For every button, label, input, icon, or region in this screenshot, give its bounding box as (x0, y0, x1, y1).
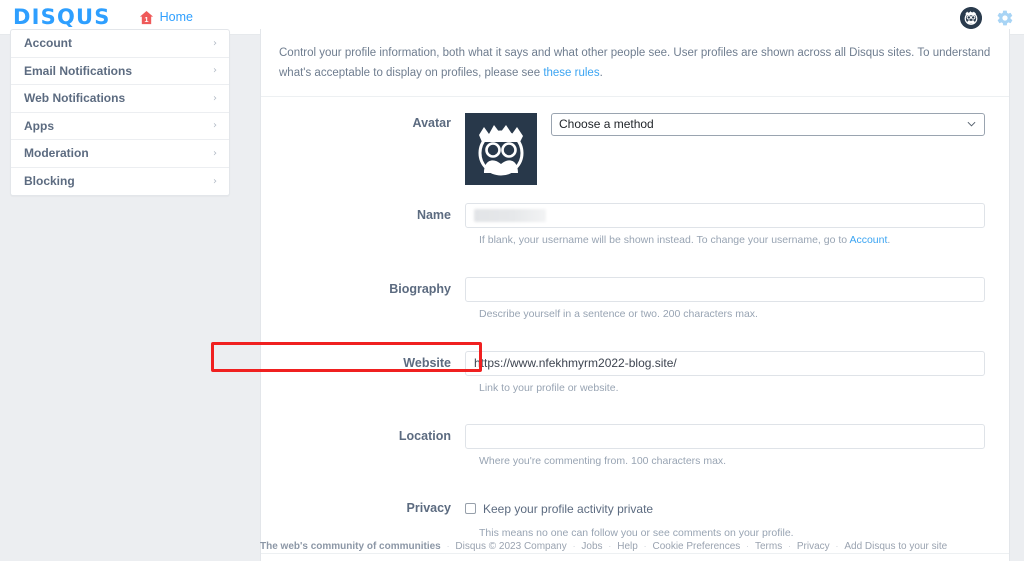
sidebar-item-email-notifications[interactable]: Email Notifications › (11, 58, 229, 85)
sidebar-item-label: Moderation (24, 146, 89, 161)
field-row-location: Location (275, 424, 995, 450)
chevron-right-icon: › (213, 175, 217, 187)
biography-label: Biography (389, 281, 451, 296)
website-input-wrap (465, 350, 995, 376)
location-input-wrap (465, 424, 995, 450)
privacy-checkbox-label: Keep your profile activity private (483, 501, 654, 516)
footer-link-add-disqus[interactable]: Add Disqus to your site (844, 541, 947, 552)
footer-separator: · (643, 542, 647, 551)
footer-separator: · (572, 542, 576, 551)
account-link[interactable]: Account (849, 234, 887, 246)
privacy-control: Keep your profile activity private (465, 496, 995, 521)
sidebar-item-web-notifications[interactable]: Web Notifications › (11, 85, 229, 113)
footer-link-cookie-preferences[interactable]: Cookie Preferences (652, 541, 740, 552)
sidebar-item-label: Apps (24, 118, 54, 133)
save-area: Save (261, 554, 1009, 561)
user-avatar-icon[interactable] (960, 6, 982, 29)
footer-separator: · (835, 542, 839, 551)
footer-separator: · (746, 542, 749, 551)
nav-home-label: Home (159, 10, 193, 24)
footer-separator: · (446, 542, 450, 551)
biography-help-text: Describe yourself in a sentence or two. … (479, 307, 758, 320)
name-input[interactable] (465, 203, 985, 229)
name-input-wrap (465, 203, 995, 229)
sidebar-item-blocking[interactable]: Blocking › (11, 168, 229, 196)
footer-link-jobs[interactable]: Jobs (581, 541, 602, 552)
profile-form: Avatar Choose a method Name If blank, yo… (211, 97, 1009, 544)
footer-copyright[interactable]: Disqus © 2023 Company (455, 541, 566, 552)
name-label: Name (416, 208, 451, 223)
sidebar-item-account[interactable]: Account › (11, 30, 229, 58)
privacy-checkbox[interactable] (465, 503, 476, 514)
biography-input[interactable] (465, 276, 985, 302)
avatar-method-select-wrap: Choose a method (551, 113, 995, 137)
footer-link-privacy[interactable]: Privacy (797, 541, 830, 552)
chevron-right-icon: › (213, 120, 217, 132)
name-help-post: . (887, 234, 891, 247)
location-label: Location (398, 429, 451, 444)
page-footer: The web's community of communities · Dis… (260, 541, 947, 552)
these-rules-link[interactable]: these rules (543, 67, 599, 79)
house-icon: 1 (139, 10, 154, 25)
field-row-biography: Biography (275, 276, 995, 302)
avatar-preview[interactable] (465, 113, 537, 186)
name-help-text: If blank, your username will be shown in… (479, 233, 995, 248)
footer-tagline: The web's community of communities (260, 541, 441, 552)
field-row-website: Website (211, 341, 995, 376)
location-input[interactable] (465, 424, 985, 450)
privacy-label: Privacy (406, 501, 451, 515)
profile-settings-card: Control your profile information, both w… (211, 29, 1010, 561)
field-row-avatar: Avatar Choose a method (275, 113, 995, 186)
field-row-privacy: Privacy Keep your profile activity priva… (275, 496, 995, 521)
profile-description: Control your profile information, both w… (261, 29, 1009, 98)
field-row-name: Name (275, 203, 995, 229)
footer-link-help[interactable]: Help (617, 541, 638, 552)
gear-icon[interactable] (996, 9, 1014, 27)
footer-separator: · (608, 542, 612, 551)
avatar-method-select[interactable]: Choose a method (551, 113, 985, 137)
name-help-pre: If blank, your username will be shown in… (479, 234, 850, 247)
chevron-right-icon: › (213, 65, 217, 77)
sidebar-item-label: Email Notifications (24, 63, 133, 78)
description-end: . (599, 67, 603, 80)
nav-home-link[interactable]: 1 Home (139, 10, 193, 25)
footer-link-terms[interactable]: Terms (755, 541, 782, 552)
sidebar-item-label: Web Notifications (24, 91, 126, 106)
website-label: Website (403, 355, 451, 370)
footer-separator: · (788, 542, 791, 551)
disqus-logo[interactable]: DISQUS (13, 5, 111, 29)
chevron-right-icon: › (213, 147, 217, 159)
description-text: Control your profile information, both w… (279, 47, 991, 80)
chevron-right-icon: › (213, 92, 217, 104)
privacy-checkbox-row[interactable]: Keep your profile activity private (465, 496, 985, 521)
privacy-help-text: This means no one can follow you or see … (479, 527, 794, 539)
website-help-text: Link to your profile or website. (479, 381, 619, 394)
settings-sidebar: Account › Email Notifications › Web Noti… (10, 29, 230, 196)
sidebar-item-apps[interactable]: Apps › (11, 113, 229, 140)
biography-input-wrap (465, 276, 995, 302)
svg-text:1: 1 (144, 15, 148, 24)
website-input[interactable] (465, 350, 985, 376)
sidebar-item-label: Account (24, 36, 72, 51)
location-help-text: Where you're commenting from. 100 charac… (479, 455, 727, 468)
sidebar-item-moderation[interactable]: Moderation › (11, 140, 229, 168)
avatar-label: Avatar (412, 116, 451, 131)
chevron-right-icon: › (213, 37, 217, 49)
sidebar-item-label: Blocking (24, 174, 75, 189)
